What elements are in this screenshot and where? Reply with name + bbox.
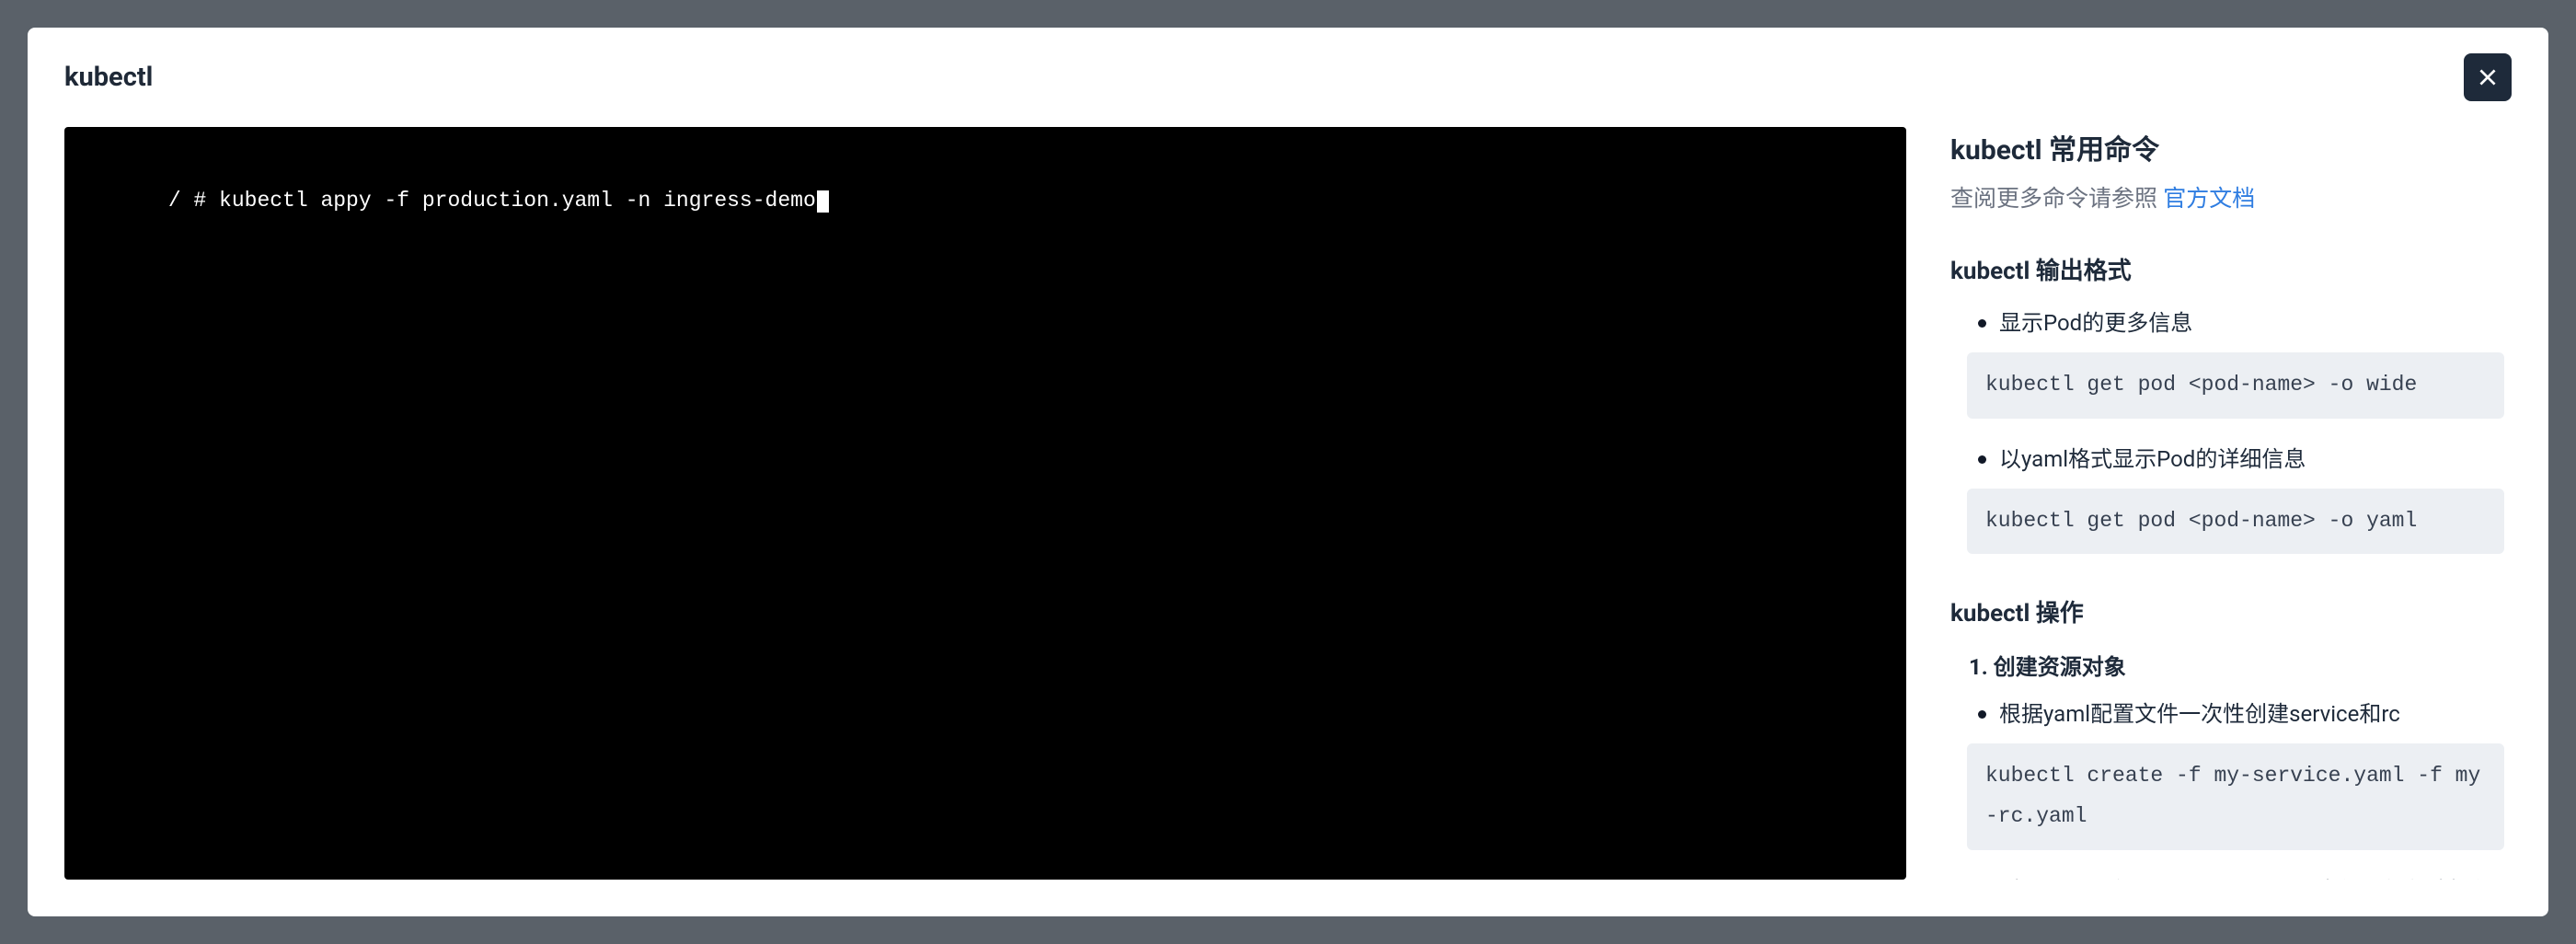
sidebar-title: kubectl 常用命令 <box>1950 127 2504 167</box>
modal-body: / # kubectl appy -f production.yaml -n i… <box>28 127 2548 916</box>
code-block[interactable]: kubectl get pod <pod-name> -o yaml <box>1967 489 2504 555</box>
bullet-icon <box>1978 710 1986 719</box>
code-block[interactable]: kubectl get pod <pod-name> -o wide <box>1967 352 2504 419</box>
section-output-format: kubectl 输出格式 显示Pod的更多信息 kubectl get pod … <box>1950 252 2504 554</box>
list-item: 以yaml格式显示Pod的详细信息 <box>1978 443 2504 476</box>
close-icon <box>2476 65 2500 89</box>
official-docs-link[interactable]: 官方文档 <box>2163 186 2255 213</box>
bullet-icon <box>1978 455 1986 464</box>
list-item: 显示Pod的更多信息 <box>1978 306 2504 340</box>
item-desc: 根据yaml配置文件一次性创建service和rc <box>1999 697 2400 731</box>
help-sidebar: kubectl 常用命令 查阅更多命令请参照 官方文档 kubectl 输出格式… <box>1950 127 2512 880</box>
terminal-line: / # kubectl appy -f production.yaml -n i… <box>168 189 816 213</box>
kubectl-modal: kubectl / # kubectl appy -f production.y… <box>28 28 2548 916</box>
modal-header: kubectl <box>28 28 2548 127</box>
section-heading: kubectl 操作 <box>1950 594 2504 628</box>
list-item: 对目录下所有.yaml、.yml、.json文件进行创建操作 <box>1978 874 2504 880</box>
section-operations: kubectl 操作 1. 创建资源对象 根据yaml配置文件一次性创建serv… <box>1950 594 2504 880</box>
section-heading: kubectl 输出格式 <box>1950 252 2504 286</box>
item-desc: 显示Pod的更多信息 <box>1999 306 2192 340</box>
sidebar-subtitle-text: 查阅更多命令请参照 <box>1950 186 2163 213</box>
close-button[interactable] <box>2464 53 2512 101</box>
modal-title: kubectl <box>64 62 153 93</box>
item-desc: 以yaml格式显示Pod的详细信息 <box>1999 443 2306 476</box>
sidebar-subtitle: 查阅更多命令请参照 官方文档 <box>1950 180 2504 213</box>
numbered-subheading: 1. 创建资源对象 <box>1969 649 2504 681</box>
terminal[interactable]: / # kubectl appy -f production.yaml -n i… <box>64 127 1906 880</box>
code-block[interactable]: kubectl create -f my-service.yaml -f my-… <box>1967 743 2504 849</box>
terminal-cursor <box>817 190 829 213</box>
item-desc: 对目录下所有.yaml、.yml、.json文件进行创建操作 <box>1999 874 2493 880</box>
list-item: 根据yaml配置文件一次性创建service和rc <box>1978 697 2504 731</box>
bullet-icon <box>1978 319 1986 328</box>
